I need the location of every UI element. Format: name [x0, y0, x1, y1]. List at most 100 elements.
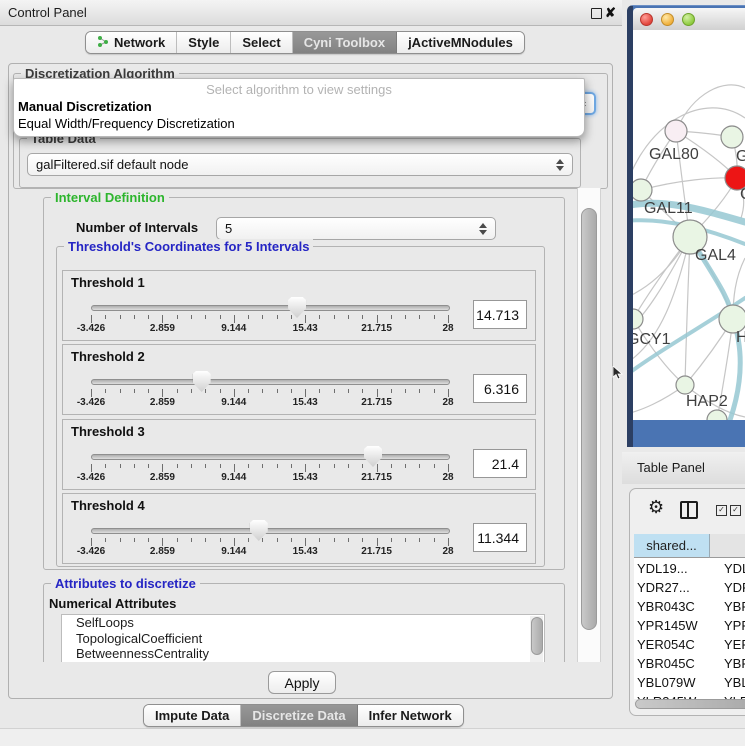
tick-mark	[220, 464, 221, 468]
tick-mark	[434, 538, 435, 542]
list-item[interactable]: SelfLoops	[62, 615, 544, 631]
threshold-value-field[interactable]: 6.316	[473, 374, 527, 403]
tick-mark	[348, 389, 349, 393]
tick-mark	[105, 464, 106, 468]
interval-definition-title: Interval Definition	[51, 190, 169, 205]
mouse-cursor	[612, 366, 624, 380]
apply-button[interactable]: Apply	[268, 671, 336, 694]
tab-jactivemnodules[interactable]: jActiveMNodules	[397, 32, 524, 53]
tick-mark	[277, 538, 278, 542]
tick-mark	[291, 464, 292, 468]
slider-track[interactable]	[91, 379, 450, 385]
tick-mark	[391, 538, 392, 542]
node-label-gal80: GAL80	[649, 146, 699, 163]
tick-mark	[248, 315, 249, 319]
cell-shared-name: YPR145W	[634, 616, 710, 635]
table-row[interactable]: YBL079WYBL0	[634, 673, 745, 692]
list-item[interactable]: TopologicalCoefficient	[62, 631, 544, 647]
tick-mark	[391, 389, 392, 393]
column-header[interactable]: shared...	[634, 534, 710, 558]
slider-thumb[interactable]	[364, 446, 382, 467]
tab-label: Cyni Toolbox	[304, 35, 385, 50]
slider-track[interactable]	[91, 528, 450, 534]
cell-name: YBR0	[710, 597, 745, 616]
close-icon[interactable]: ✘	[605, 0, 616, 25]
tick-mark	[177, 389, 178, 393]
network-node[interactable]	[633, 179, 652, 201]
tick-mark	[334, 315, 335, 319]
slider-track[interactable]	[91, 454, 450, 460]
dropdown-item-equal-width-frequency-discretization[interactable]: Equal Width/Frequency Discretization	[18, 116, 235, 131]
tick-mark	[262, 389, 263, 393]
tick-mark	[362, 389, 363, 393]
tab-select[interactable]: Select	[231, 32, 292, 53]
slider-track[interactable]	[91, 305, 450, 311]
float-window-icon[interactable]	[591, 8, 602, 19]
close-traffic-light-icon[interactable]	[640, 13, 653, 26]
tab-discretize-data[interactable]: Discretize Data	[241, 705, 357, 726]
tick-label: 21.715	[361, 397, 392, 408]
tab-impute-data[interactable]: Impute Data	[144, 705, 241, 726]
dropdown-item-manual-discretization[interactable]: Manual Discretization	[18, 99, 152, 114]
table-row[interactable]: YPR145WYPR1	[634, 616, 745, 635]
table-data-combobox[interactable]: galFiltered.sif default node	[27, 153, 573, 176]
threshold-value-field[interactable]: 14.713	[473, 300, 527, 329]
network-node[interactable]	[676, 376, 694, 394]
network-node[interactable]	[633, 309, 643, 329]
list-item[interactable]: BetweennessCentrality	[62, 646, 544, 662]
attributes-list-scrollbar[interactable]	[530, 616, 543, 662]
threshold-value-field[interactable]: 21.4	[473, 449, 527, 478]
network-node[interactable]	[707, 410, 727, 420]
tick-label: 9.144	[221, 546, 246, 557]
network-view-window[interactable]: GAL80GCGAL11GAL4GCY1HHAP2	[627, 5, 745, 447]
table-horizontal-scrollbar[interactable]	[634, 699, 745, 708]
tab-network[interactable]: Network	[86, 32, 177, 53]
cell-name: YDR2	[710, 578, 745, 597]
tick-mark	[191, 315, 192, 319]
table-row[interactable]: YDL19...YDL1	[634, 559, 745, 578]
tick-mark	[305, 315, 306, 323]
network-node[interactable]	[665, 120, 687, 142]
slider-thumb[interactable]	[250, 520, 268, 541]
tick-label: 2.859	[150, 546, 175, 557]
table-panel-body: ⚙ ✓ ✓ shared...n YDL19...YDL1YDR27...YDR…	[629, 488, 745, 716]
table-row[interactable]: YLR345WYLR3	[634, 692, 745, 699]
network-canvas[interactable]: GAL80GCGAL11GAL4GCY1HHAP2	[633, 30, 745, 420]
network-node[interactable]	[721, 126, 743, 148]
tick-mark	[277, 464, 278, 468]
tick-mark	[377, 538, 378, 546]
cell-shared-name: YER054C	[634, 635, 710, 654]
numerical-attributes-list[interactable]: SelfLoopsTopologicalCoefficientBetweenne…	[61, 614, 545, 662]
table-row[interactable]: YBR043CYBR0	[634, 597, 745, 616]
tick-mark	[248, 464, 249, 468]
node-label-hap2: HAP2	[686, 393, 728, 410]
settings-scrollbar[interactable]	[577, 188, 601, 662]
tick-mark	[291, 315, 292, 319]
tick-mark	[448, 315, 449, 323]
threshold-value-field[interactable]: 11.344	[473, 523, 527, 552]
control-panel-title: Control Panel	[8, 0, 87, 25]
node-table[interactable]: shared...n YDL19...YDL1YDR27...YDR2YBR04…	[634, 534, 745, 699]
table-row[interactable]: YER054CYER0	[634, 635, 745, 654]
tab-style[interactable]: Style	[177, 32, 231, 53]
zoom-traffic-light-icon[interactable]	[682, 13, 695, 26]
tick-mark	[220, 315, 221, 319]
tick-mark	[377, 389, 378, 397]
columns-icon[interactable]	[680, 501, 698, 519]
tick-mark	[177, 464, 178, 468]
tab-infer-network[interactable]: Infer Network	[358, 705, 463, 726]
tab-label: Infer Network	[369, 708, 452, 723]
table-row[interactable]: YDR27...YDR2	[634, 578, 745, 597]
tick-mark	[205, 389, 206, 393]
gear-icon[interactable]: ⚙	[648, 499, 664, 517]
slider-thumb[interactable]	[193, 371, 211, 392]
tick-mark	[105, 315, 106, 319]
checkbox-icon[interactable]: ✓	[716, 505, 727, 516]
checkbox-icon[interactable]: ✓	[730, 505, 741, 516]
column-header[interactable]: n	[710, 534, 745, 558]
tick-mark	[419, 538, 420, 542]
tab-cyni-toolbox[interactable]: Cyni Toolbox	[293, 32, 397, 53]
number-of-intervals-combobox[interactable]: 5	[216, 217, 496, 240]
minimize-traffic-light-icon[interactable]	[661, 13, 674, 26]
table-row[interactable]: YBR045CYBR0	[634, 654, 745, 673]
